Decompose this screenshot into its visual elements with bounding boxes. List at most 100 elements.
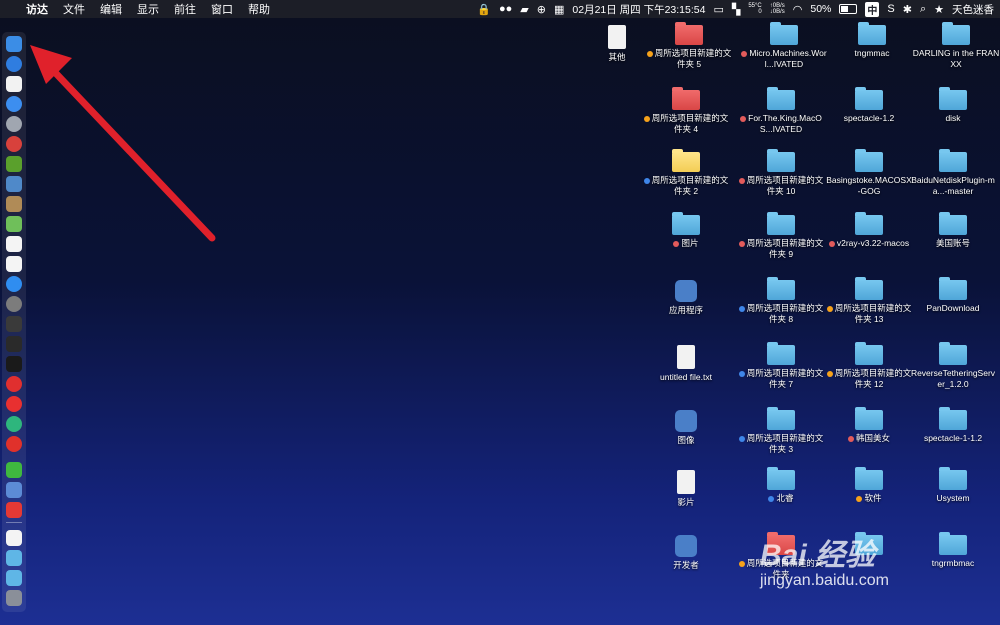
desktop-item[interactable]: 图像 [642, 410, 730, 446]
green-app-icon[interactable] [6, 416, 22, 432]
finder-icon[interactable] [6, 36, 22, 52]
android-icon[interactable] [6, 156, 22, 172]
desktop-item[interactable]: 软件 [825, 467, 913, 504]
system-preferences-icon[interactable] [6, 296, 22, 312]
downloads-stack-icon[interactable] [6, 570, 22, 586]
globe-icon[interactable]: ⊕ [537, 3, 546, 16]
desktop-item[interactable]: Basingstoke.MACOSX-GOG [825, 149, 913, 197]
siri-icon[interactable] [6, 482, 22, 498]
menu-window[interactable]: 窗口 [211, 1, 233, 17]
desktop-item[interactable]: v2ray-v3.22-macos [825, 212, 913, 249]
launchpad-icon[interactable] [6, 116, 22, 132]
desktop-item[interactable]: spectacle-1.2 [825, 87, 913, 124]
desktop-item[interactable]: BaiduNetdiskPlugin-ma...-master [909, 149, 997, 197]
desktop-item[interactable]: 图片 [642, 212, 730, 249]
user-name[interactable]: 天色迷香 [952, 2, 994, 17]
desktop-item[interactable]: 影片 [642, 470, 730, 508]
desktop-item-label: 开发者 [642, 560, 730, 571]
compass-icon[interactable] [6, 96, 22, 112]
screen-icon[interactable] [6, 502, 22, 518]
wechat-icon[interactable] [6, 462, 22, 478]
desktop-item-label: 周所选项目新建的文件夹 4 [642, 113, 730, 135]
desktop-item[interactable]: 周所选项目新建的文件夹 9 [737, 212, 825, 260]
network-readout[interactable]: ↑0B/s ↓0B/s [770, 3, 785, 15]
battery-percent[interactable]: 50% [810, 3, 831, 15]
desktop-item[interactable]: ReverseTetheringServer_1.2.0 [909, 342, 997, 390]
desktop-item[interactable]: tngmmac [828, 22, 916, 59]
calendar-icon[interactable]: ▦ [554, 3, 564, 16]
safari-icon[interactable] [6, 56, 22, 72]
tag-dot-icon [738, 370, 745, 377]
tag-dot-icon [738, 435, 745, 442]
folder-icon [767, 342, 795, 365]
desktop-item[interactable]: 周所选项目新建的文件夹 12 [825, 342, 913, 390]
menu-file[interactable]: 文件 [63, 1, 85, 17]
console-icon[interactable] [6, 336, 22, 352]
chat-icon[interactable]: ▰ [520, 3, 528, 16]
trash-icon[interactable] [6, 590, 22, 606]
desktop-item-label: 软件 [825, 493, 913, 504]
notes-icon[interactable] [6, 196, 22, 212]
wifi-icon[interactable]: ◠ [793, 3, 803, 16]
desktop-item[interactable]: 周所选项目新建的文件夹 7 [737, 342, 825, 390]
desktop-item[interactable]: spectacle-1-1.2 [909, 407, 997, 444]
desktop-item-text: Basingstoke.MACOSX-GOG [826, 175, 912, 196]
terminal-icon[interactable] [6, 356, 22, 372]
desktop-item[interactable]: 周所选项目新建的文件夹 3 [737, 407, 825, 455]
watermark-url: jingyan.baidu.com [760, 572, 889, 589]
star-icon[interactable]: ★ [934, 3, 944, 16]
netease-music-icon[interactable] [6, 396, 22, 412]
desktop-item[interactable]: 周所选项目新建的文件夹 5 [645, 22, 733, 70]
grid-icon[interactable]: ▚ [732, 3, 740, 16]
desktop-item[interactable]: 周所选项目新建的文件夹 13 [825, 277, 913, 325]
dots-icon[interactable]: ●● [499, 3, 512, 15]
menu-go[interactable]: 前往 [174, 1, 196, 17]
desktop-item[interactable]: untitled file.txt [642, 345, 730, 383]
desktop-item[interactable]: 应用程序 [642, 280, 730, 316]
display-icon[interactable]: ▭ [713, 3, 723, 16]
calendar-app-icon[interactable] [6, 76, 22, 92]
desktop-item[interactable]: 周所选项目新建的文件夹 4 [642, 87, 730, 135]
desktop-item[interactable]: DARLING in the FRANXX [912, 22, 1000, 70]
search-icon[interactable]: ⌕ [920, 3, 926, 16]
folder-icon [855, 149, 883, 172]
vivaldi-icon[interactable] [6, 376, 22, 392]
clock-datetime[interactable]: 02月21日 周四 下午23:15:54 [572, 2, 705, 17]
desktop-item[interactable]: PanDownload [909, 277, 997, 314]
desktop-item-label: DARLING in the FRANXX [912, 48, 1000, 70]
menu-edit[interactable]: 编辑 [100, 1, 122, 17]
desktop-item[interactable]: Usystem [909, 467, 997, 504]
desktop-item[interactable]: 周所选项目新建的文件夹 2 [642, 149, 730, 197]
desktop-item-text: 周所选项目新建的文件夹 12 [834, 368, 912, 389]
desktop-item[interactable]: For.The.King.MacOS...IVATED [737, 87, 825, 135]
cpu-readout[interactable]: 55°C 0 [748, 3, 761, 15]
menu-view[interactable]: 显示 [137, 1, 159, 17]
desktop-item[interactable]: 开发者 [642, 535, 730, 571]
input-method-indicator[interactable]: 中 [865, 1, 880, 17]
lock-icon[interactable]: 🔒 [477, 3, 491, 16]
maps-icon[interactable] [6, 216, 22, 232]
menu-app-name[interactable]: 访达 [26, 1, 48, 17]
activity-monitor-icon[interactable] [6, 316, 22, 332]
folder-icon [855, 277, 883, 300]
desktop-item[interactable]: 周所选项目新建的文件夹 10 [737, 149, 825, 197]
desktop-item[interactable]: 北睿 [737, 467, 825, 504]
app-store-icon[interactable] [6, 276, 22, 292]
desktop-item[interactable]: 美国账号 [909, 212, 997, 249]
preview-icon[interactable] [6, 176, 22, 192]
textedit-icon[interactable] [6, 236, 22, 252]
menu-help[interactable]: 帮助 [248, 1, 270, 17]
desktop-item[interactable]: Micro.Machines.Worl...IVATED [740, 22, 828, 70]
yandex-icon[interactable] [6, 436, 22, 452]
file-stack-icon[interactable] [6, 530, 22, 546]
folder-stack-icon[interactable] [6, 550, 22, 566]
red-app-icon[interactable] [6, 136, 22, 152]
document-icon[interactable] [6, 256, 22, 272]
desktop-item-label: 周所选项目新建的文件夹 8 [737, 303, 825, 325]
bluetooth-icon[interactable]: ✱ [903, 3, 912, 16]
desktop-item[interactable]: disk [909, 87, 997, 124]
desktop-item[interactable]: 韩国美女 [825, 407, 913, 444]
s-icon[interactable]: S [887, 3, 894, 15]
battery-icon[interactable] [839, 4, 858, 14]
desktop-item[interactable]: 周所选项目新建的文件夹 8 [737, 277, 825, 325]
